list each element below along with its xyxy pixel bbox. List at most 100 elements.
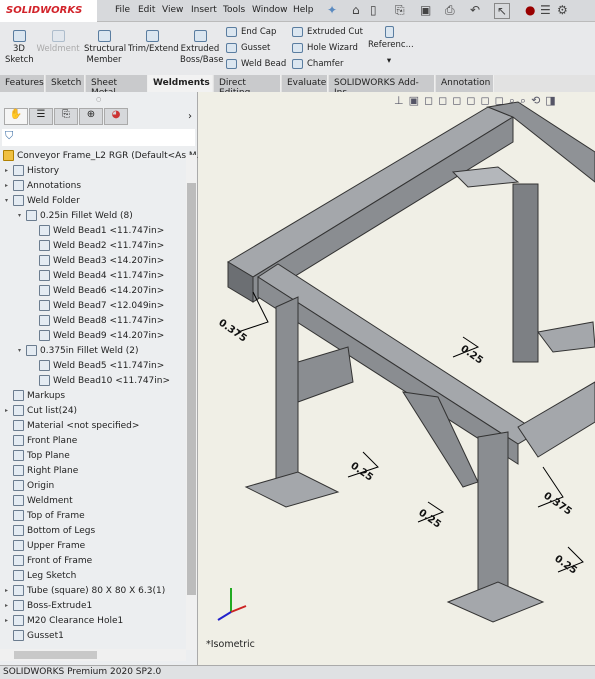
tree-item[interactable]: Material <not specified> xyxy=(5,418,139,433)
tree-item[interactable]: Bottom of Legs xyxy=(5,523,95,538)
panel-expand-chevron-icon[interactable]: › xyxy=(188,111,192,122)
tab-weldments[interactable]: Weldments xyxy=(148,75,213,92)
tree-item[interactable]: Leg Sketch xyxy=(5,568,76,583)
tree-item[interactable]: ▸ Cut list(24) xyxy=(5,403,77,418)
options-gear-icon[interactable]: ⚙ xyxy=(557,3,568,17)
expand-arrow-icon[interactable]: ▸ xyxy=(5,602,13,609)
3d-sketch-button[interactable]: 3D Sketch xyxy=(5,30,34,66)
configuration-manager-tab-icon[interactable]: ⎘ xyxy=(54,108,78,125)
dimxpert-tab-icon[interactable]: ⊕ xyxy=(79,108,103,125)
tree-item[interactable]: Markups xyxy=(5,388,65,403)
tree-item[interactable]: ▸ M20 Clearance Hole1 xyxy=(5,613,123,628)
new-document-icon[interactable]: ▯ xyxy=(370,3,377,17)
tree-item[interactable]: ▾ 0.375in Fillet Weld (2) xyxy=(18,343,139,358)
select-icon[interactable]: ↖ xyxy=(494,3,511,19)
weld-dimension[interactable]: 0.25 xyxy=(348,460,375,483)
print-icon[interactable]: ⎙ xyxy=(445,3,455,18)
tree-item[interactable]: ▸ Boss-Extrude1 xyxy=(5,598,92,613)
expand-arrow-icon[interactable]: ▸ xyxy=(5,617,13,624)
menu-insert[interactable]: Insert xyxy=(191,5,217,15)
tree-item[interactable]: Front Plane xyxy=(5,433,77,448)
gusset-button[interactable]: Gusset xyxy=(226,43,270,53)
tree-item[interactable]: Weld Bead4 <11.747in> xyxy=(31,268,164,283)
tree-item[interactable]: Origin xyxy=(5,478,54,493)
weld-dimension[interactable]: 0.25 xyxy=(458,343,485,366)
scrollbar-thumb[interactable] xyxy=(14,651,97,659)
tree-item[interactable]: ▾ Weld Folder xyxy=(5,193,80,208)
menu-help[interactable]: Help xyxy=(293,5,314,15)
tab-features[interactable]: Features xyxy=(0,75,45,92)
file-properties-icon[interactable]: ☰ xyxy=(540,3,551,17)
tree-item[interactable]: Weld Bead6 <14.207in> xyxy=(31,283,164,298)
trim-extend-button[interactable]: Trim/Extend xyxy=(128,30,179,55)
tab-evaluate[interactable]: Evaluate xyxy=(282,75,328,92)
expand-arrow-icon[interactable]: ▸ xyxy=(5,587,13,594)
open-icon[interactable]: ⎘ xyxy=(395,3,405,18)
scrollbar-thumb[interactable] xyxy=(187,183,196,595)
tree-item[interactable]: ▸ Tube (square) 80 X 80 X 6.3(1) xyxy=(5,583,165,598)
menu-edit[interactable]: Edit xyxy=(138,5,155,15)
save-icon[interactable]: ▣ xyxy=(420,3,431,17)
tree-item[interactable]: Gusset1 xyxy=(5,628,64,643)
property-manager-tab-icon[interactable]: ☰ xyxy=(29,108,53,125)
reference-geometry-button[interactable]: Referenc... ▾ xyxy=(368,26,414,67)
tree-item[interactable]: Weld Bead5 <11.747in> xyxy=(31,358,164,373)
tree-item[interactable]: Weld Bead1 <11.747in> xyxy=(31,223,164,238)
weld-dimension[interactable]: 0.25 xyxy=(416,507,443,530)
tree-vertical-scrollbar[interactable] xyxy=(186,155,197,650)
expand-arrow-icon[interactable]: ▸ xyxy=(5,407,13,414)
tree-item[interactable]: Upper Frame xyxy=(5,538,85,553)
graphics-viewport[interactable]: ⊥▣◻◻◻◻◻◻⌕⌕⟲◨ 0.375 0.25 0.25 0.375 0.25 … xyxy=(198,92,595,665)
undo-icon[interactable]: ↶ xyxy=(470,3,480,17)
tree-item[interactable]: ▸ Annotations xyxy=(5,178,81,193)
menu-bar: SOLIDWORKS File Edit View Insert Tools W… xyxy=(0,0,595,22)
chamfer-button[interactable]: Chamfer xyxy=(292,59,344,69)
tree-item[interactable]: Weld Bead8 <11.747in> xyxy=(31,313,164,328)
tab-direct-editing[interactable]: Direct Editing xyxy=(214,75,281,98)
tree-item[interactable]: ▾ 0.25in Fillet Weld (8) xyxy=(18,208,133,223)
home-icon[interactable]: ⌂ xyxy=(352,3,360,17)
tree-item[interactable]: Weld Bead7 <12.049in> xyxy=(31,298,164,313)
tree-item[interactable]: Weld Bead9 <14.207in> xyxy=(31,328,164,343)
tree-item[interactable]: Weld Bead2 <11.747in> xyxy=(31,238,164,253)
structural-member-button[interactable]: Structural Member xyxy=(84,30,126,66)
tree-item[interactable]: Weldment xyxy=(5,493,73,508)
menu-window[interactable]: Window xyxy=(252,5,288,15)
expand-arrow-icon[interactable]: ▾ xyxy=(5,197,13,204)
tab-sketch[interactable]: Sketch xyxy=(46,75,85,92)
weldment-button[interactable]: Weldment xyxy=(36,30,80,55)
tree-item[interactable]: Right Plane xyxy=(5,463,78,478)
expand-arrow-icon[interactable]: ▸ xyxy=(5,182,13,189)
tree-item[interactable]: Top Plane xyxy=(5,448,70,463)
tree-item[interactable]: Weld Bead10 <11.747in> xyxy=(31,373,170,388)
weld-dimension[interactable]: 0.25 xyxy=(552,553,579,576)
tab-sheet-metal[interactable]: Sheet Metal xyxy=(86,75,148,98)
extruded-boss-button[interactable]: Extruded Boss/Base xyxy=(180,30,223,66)
feature-manager-tab-icon[interactable]: ✋ xyxy=(4,108,28,125)
weld-dimension[interactable]: 0.375 xyxy=(216,317,248,344)
tree-horizontal-scrollbar[interactable] xyxy=(0,649,186,661)
menu-tools[interactable]: Tools xyxy=(223,5,245,15)
expand-arrow-icon[interactable]: ▾ xyxy=(18,347,26,354)
pin-icon[interactable]: ✦ xyxy=(327,3,337,17)
rebuild-icon[interactable]: ● xyxy=(525,3,535,17)
tree-item[interactable]: Weld Bead3 <14.207in> xyxy=(31,253,164,268)
menu-file[interactable]: File xyxy=(115,5,130,15)
tree-item[interactable]: Front of Frame xyxy=(5,553,92,568)
tree-item[interactable]: Top of Frame xyxy=(5,508,85,523)
weld-bead-button[interactable]: Weld Bead xyxy=(226,59,286,69)
end-cap-button[interactable]: End Cap xyxy=(226,27,276,37)
tab-solidworks-addins[interactable]: SOLIDWORKS Add-Ins xyxy=(329,75,435,98)
display-manager-tab-icon[interactable]: ◕ xyxy=(104,108,128,125)
expand-arrow-icon[interactable]: ▾ xyxy=(18,212,26,219)
panel-handle[interactable]: ○ xyxy=(96,96,101,103)
hole-wizard-button[interactable]: Hole Wizard xyxy=(292,43,358,53)
menu-view[interactable]: View xyxy=(162,5,183,15)
tab-annotation[interactable]: Annotation xyxy=(436,75,494,92)
extruded-cut-button[interactable]: Extruded Cut xyxy=(292,27,363,37)
tree-item-label: Upper Frame xyxy=(27,540,86,551)
filter-icon[interactable]: ⛉ xyxy=(2,129,195,146)
expand-arrow-icon[interactable]: ▸ xyxy=(5,167,13,174)
tree-item[interactable]: ▸ History xyxy=(5,163,59,178)
tree-item[interactable]: Conveyor Frame_L2 RGR (Default<As M... xyxy=(3,148,205,163)
